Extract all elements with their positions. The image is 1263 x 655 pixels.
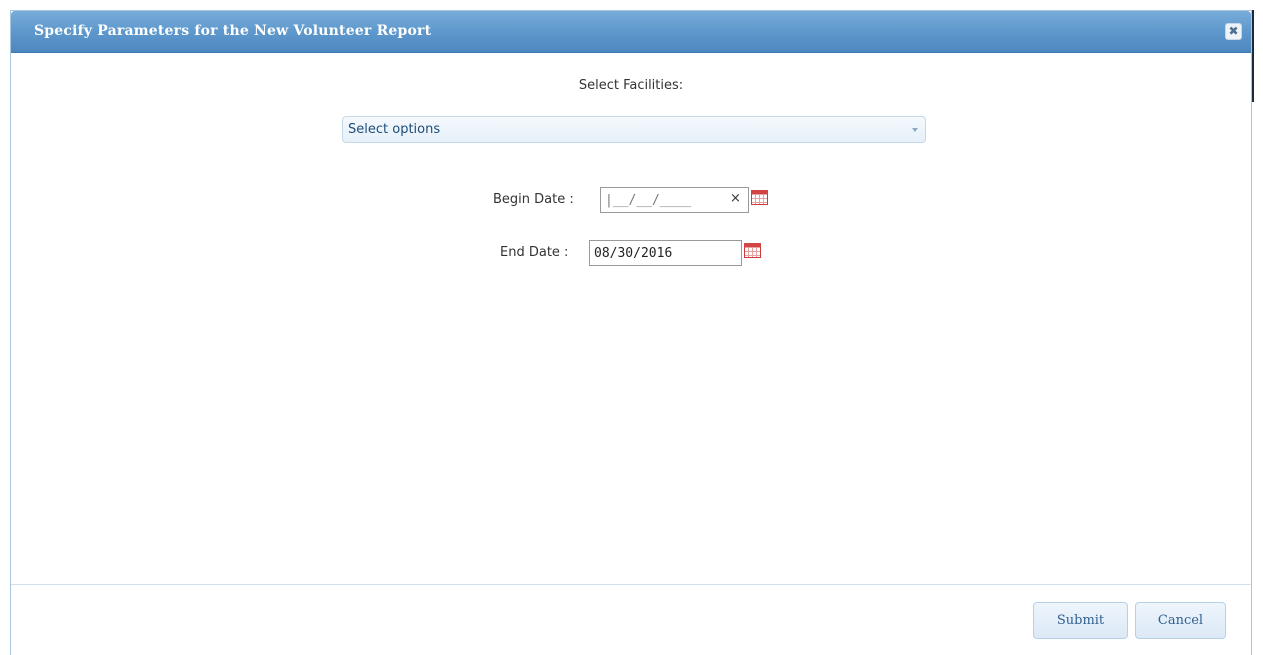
facilities-multiselect[interactable]: Select options — [342, 116, 926, 143]
begin-date-row: Begin Date : × — [481, 187, 781, 213]
chevron-down-icon — [912, 128, 918, 132]
calendar-icon[interactable] — [744, 243, 761, 258]
dialog-title: Specify Parameters for the New Volunteer… — [34, 23, 432, 39]
facilities-select-text: Select options — [348, 122, 441, 137]
dialog-titlebar[interactable]: Specify Parameters for the New Volunteer… — [11, 11, 1251, 53]
close-icon[interactable]: ✖ — [1225, 23, 1242, 40]
begin-date-label: Begin Date : — [493, 192, 574, 207]
footer-divider — [11, 584, 1251, 585]
submit-button[interactable]: Submit — [1033, 602, 1128, 639]
begin-date-input[interactable] — [600, 187, 749, 213]
facilities-label: Select Facilities: — [578, 78, 684, 93]
end-date-row: End Date : — [481, 240, 781, 266]
end-date-input[interactable] — [589, 240, 742, 266]
cancel-button[interactable]: Cancel — [1135, 602, 1226, 639]
report-parameters-dialog: Specify Parameters for the New Volunteer… — [10, 10, 1252, 655]
end-date-label: End Date : — [500, 245, 569, 260]
clear-icon[interactable]: × — [730, 191, 741, 206]
calendar-icon[interactable] — [751, 190, 768, 205]
